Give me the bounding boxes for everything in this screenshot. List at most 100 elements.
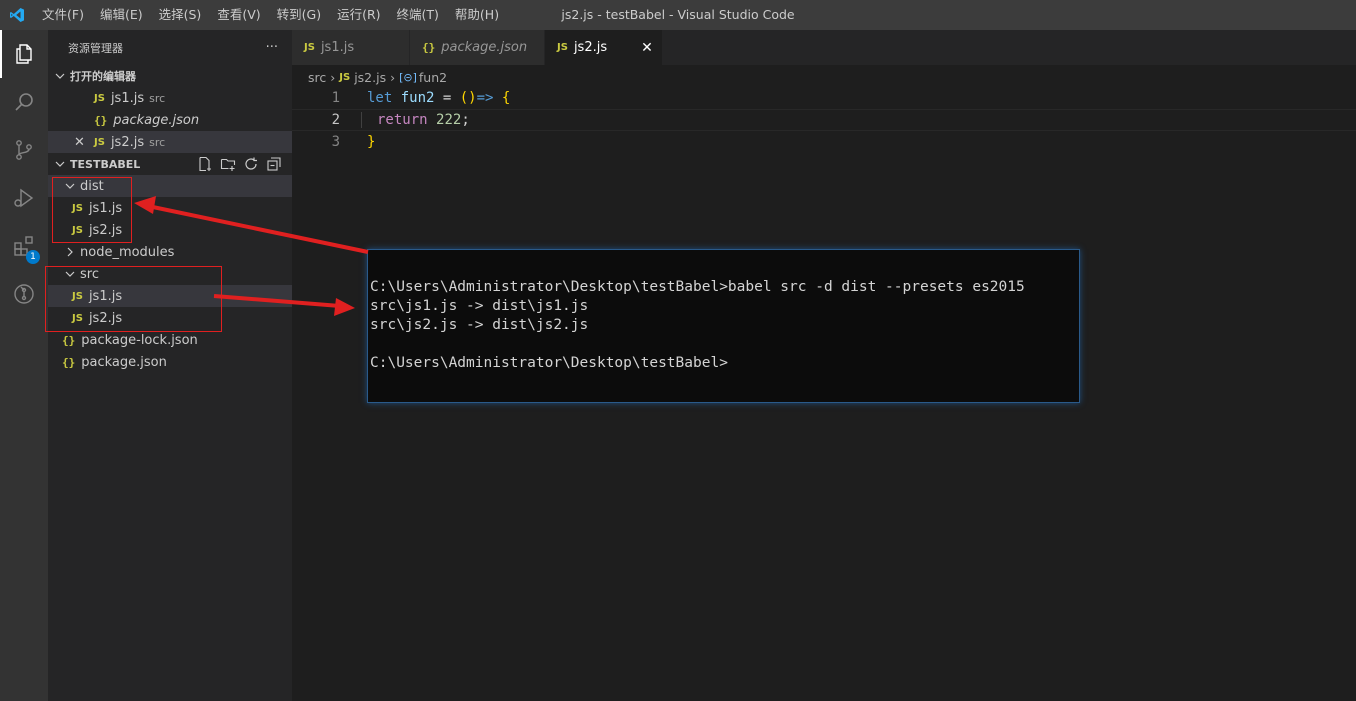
keyword: return (377, 112, 428, 128)
menu-go[interactable]: 转到(G) (269, 0, 329, 30)
menu-selection[interactable]: 选择(S) (151, 0, 210, 30)
js-file-icon: JS (94, 92, 105, 104)
annotation-box-src (45, 266, 222, 332)
chevron-right-icon: › (330, 69, 336, 85)
annotation-box-dist (52, 177, 132, 243)
breadcrumb-folder[interactable]: src (308, 70, 326, 85)
terminal-line: src\js2.js -> dist\js2.js (370, 317, 589, 333)
open-editor-label: js1.js (110, 90, 145, 106)
terminal-line: C:\Users\Administrator\Desktop\testBabel… (370, 279, 1025, 295)
close-icon[interactable]: ✕ (641, 40, 653, 56)
brace: { (501, 90, 511, 106)
run-debug-icon[interactable] (0, 174, 48, 222)
open-editor-item[interactable]: JS js1.js src (48, 87, 292, 109)
workspace-header[interactable]: TESTBABEL (48, 153, 292, 175)
open-editor-item[interactable]: {} package.json (48, 109, 292, 131)
code-line: 3 } (292, 131, 1356, 153)
refresh-icon[interactable] (243, 156, 259, 172)
js-file-icon: JS (304, 42, 315, 53)
breadcrumb-symbol[interactable]: fun2 (419, 70, 447, 85)
section-label: 打开的编辑器 (70, 70, 136, 83)
identifier: fun2 (400, 90, 435, 106)
extensions-badge: 1 (26, 250, 40, 264)
menu-view[interactable]: 查看(V) (209, 0, 268, 30)
json-file-icon: {} (94, 113, 108, 127)
tree-label: package.json (81, 354, 167, 370)
tree-file[interactable]: {} package-lock.json (48, 329, 292, 351)
arrow-head-terminal (334, 298, 355, 316)
menu-run[interactable]: 运行(R) (329, 0, 388, 30)
breadcrumb: src › JS js2.js › [⊝] fun2 (308, 66, 451, 88)
open-editor-desc: src (149, 135, 166, 149)
chevron-right-icon (62, 247, 78, 257)
tab-label: js2.js (573, 40, 608, 55)
terminal-line: src\js1.js -> dist\js1.js (370, 298, 589, 314)
tab-js1[interactable]: JS js1.js (292, 30, 410, 65)
editor-tabs: JS js1.js {} package.json JS js2.js ✕ (292, 30, 1356, 65)
json-file-icon: {} (62, 333, 76, 347)
code-line: 1 let fun2 = ()=> { (292, 87, 1356, 109)
line-number: 2 (331, 112, 340, 128)
code-line-current: 2 return 222; (292, 109, 1356, 131)
keyword: let (367, 90, 393, 106)
js-file-icon: JS (94, 136, 105, 148)
menu-terminal[interactable]: 终端(T) (389, 0, 447, 30)
new-folder-icon[interactable] (220, 156, 236, 172)
tab-js2[interactable]: JS js2.js ✕ (545, 30, 663, 65)
json-file-icon: {} (62, 355, 76, 369)
chevron-down-icon (52, 71, 68, 81)
menu-edit[interactable]: 编辑(E) (92, 0, 151, 30)
new-file-icon[interactable] (197, 156, 213, 172)
explorer-title: 资源管理器 (68, 41, 123, 55)
tab-label: package.json (441, 40, 528, 55)
explorer-icon[interactable] (0, 30, 48, 78)
operator: = (434, 90, 460, 106)
tree-file[interactable]: {} package.json (48, 351, 292, 373)
menu-file[interactable]: 文件(F) (34, 0, 92, 30)
chevron-down-icon (52, 159, 68, 169)
explorer-sidebar: 资源管理器 ··· 打开的编辑器 JS js1.js src {} packag… (48, 30, 292, 701)
open-editor-desc: src (149, 91, 166, 105)
js-file-icon: JS (557, 42, 568, 53)
title-bar: 文件(F) 编辑(E) 选择(S) 查看(V) 转到(G) 运行(R) 终端(T… (0, 0, 1356, 30)
brace: } (367, 134, 376, 150)
line-number: 1 (331, 90, 340, 106)
open-editor-item-active[interactable]: ✕ JS js2.js src (48, 131, 292, 153)
variable-symbol-icon: [⊝] (399, 70, 417, 84)
chevron-right-icon: › (390, 69, 396, 85)
tab-label: js1.js (320, 40, 355, 55)
explorer-header: 资源管理器 ··· (48, 30, 292, 65)
source-control-icon[interactable] (0, 126, 48, 174)
menu-help[interactable]: 帮助(H) (447, 0, 507, 30)
close-icon[interactable]: ✕ (74, 135, 94, 150)
terminal-window[interactable]: C:\Users\Administrator\Desktop\testBabel… (367, 249, 1080, 403)
vscode-logo-icon (0, 0, 34, 30)
section-label: TESTBABEL (70, 157, 141, 171)
tree-label: node_modules (80, 244, 175, 260)
breadcrumb-file[interactable]: js2.js (354, 70, 386, 85)
tree-label: package-lock.json (81, 332, 198, 348)
git-graph-icon[interactable] (0, 270, 48, 318)
arrow: => (476, 90, 494, 106)
number-literal: 222 (436, 112, 462, 128)
tab-package-json[interactable]: {} package.json (410, 30, 545, 65)
code-editor[interactable]: 1 let fun2 = ()=> { 2 return 222; 3 } (292, 87, 1356, 153)
open-editor-label: js2.js (110, 134, 145, 150)
collapse-all-icon[interactable] (266, 156, 282, 172)
line-number: 3 (331, 134, 340, 150)
open-editor-label: package.json (113, 112, 200, 128)
explorer-toolbar (197, 156, 282, 172)
js-file-icon: JS (339, 71, 351, 83)
json-file-icon: {} (422, 41, 436, 54)
extensions-icon[interactable]: 1 (0, 222, 48, 270)
terminal-line: C:\Users\Administrator\Desktop\testBabel… (370, 355, 728, 371)
parens: () (459, 90, 477, 106)
open-editors-header[interactable]: 打开的编辑器 (48, 65, 292, 87)
menu-bar: 文件(F) 编辑(E) 选择(S) 查看(V) 转到(G) 运行(R) 终端(T… (34, 0, 507, 30)
activity-bar: 1 (0, 30, 48, 701)
search-icon[interactable] (0, 78, 48, 126)
more-actions-icon[interactable]: ··· (266, 40, 278, 55)
tree-folder-node-modules[interactable]: node_modules (48, 241, 292, 263)
semicolon: ; (461, 112, 470, 128)
